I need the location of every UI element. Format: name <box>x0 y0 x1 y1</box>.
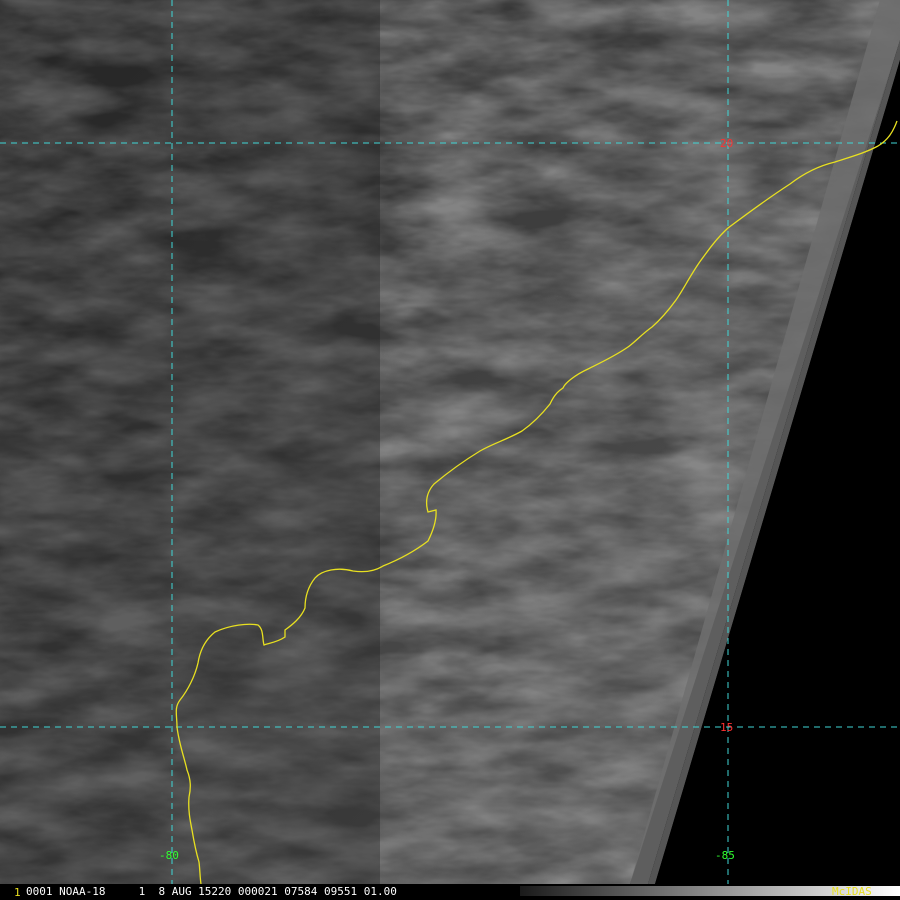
longitude-label-80: -80 <box>159 849 179 862</box>
frame-number: 1 <box>14 886 21 899</box>
satellite-image-canvas: 20 15 -80 -85 <box>0 0 900 884</box>
latitude-label-15: 15 <box>720 721 733 734</box>
longitude-label-85: -85 <box>715 849 735 862</box>
status-bar: 1 0001 NOAA-18 1 8 AUG 15220 000021 0758… <box>0 884 900 900</box>
mcidas-brand-label: McIDAS <box>832 885 872 898</box>
satellite-image-view[interactable]: 20 15 -80 -85 <box>0 0 900 900</box>
image-info-text: 0001 NOAA-18 1 8 AUG 15220 000021 07584 … <box>26 885 397 898</box>
latitude-label-20: 20 <box>720 137 733 150</box>
